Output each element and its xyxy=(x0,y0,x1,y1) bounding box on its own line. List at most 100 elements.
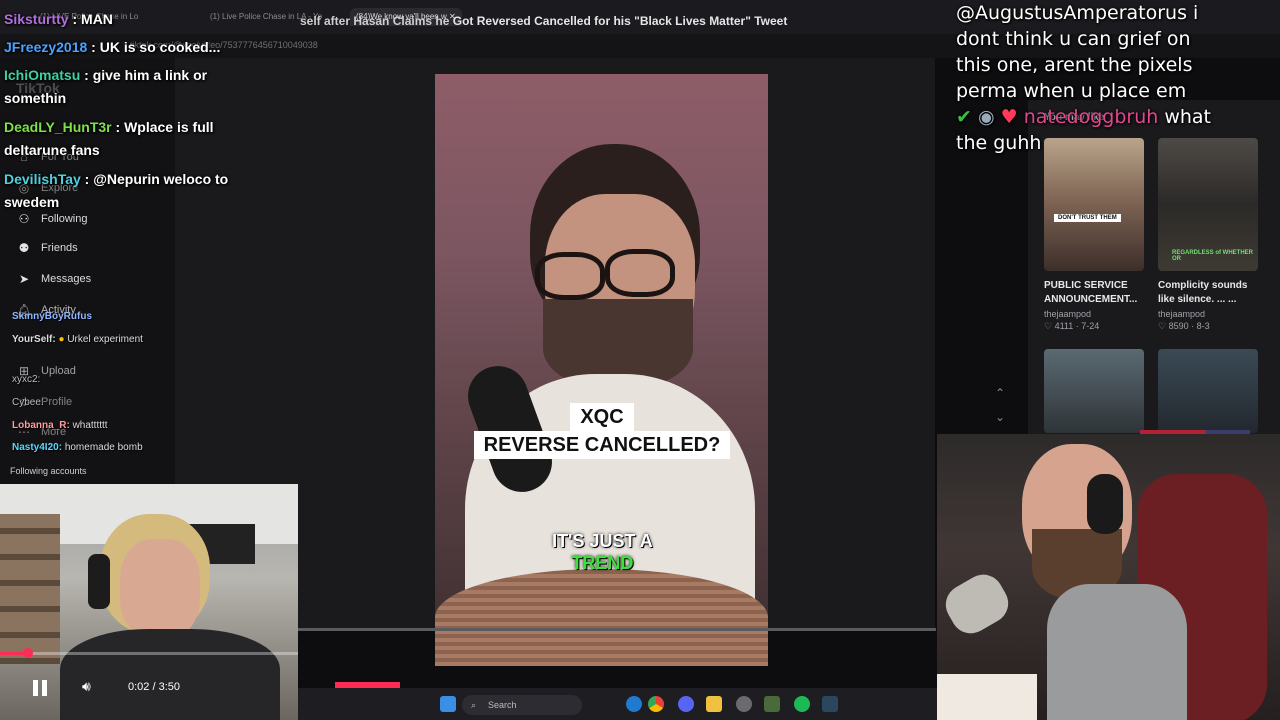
heart-badge-icon: ♥ xyxy=(1000,106,1018,128)
recommendation-title: PUBLIC SERVICE ANNOUNCEMENT... xyxy=(1044,280,1138,305)
stream-title-prefix: self after Hasan Claims he xyxy=(300,14,453,28)
foreground-blur xyxy=(435,569,768,666)
video-time: 0:02 / 3:50 xyxy=(128,681,180,693)
small-chat-username: YourSelf: xyxy=(12,334,56,345)
chevron-up-icon[interactable]: ⌃ xyxy=(995,386,1005,400)
recommendation-thumbnail: DON'T TRUST THEM xyxy=(1044,138,1144,271)
headphones xyxy=(1087,474,1123,534)
chevron-down-icon[interactable]: ⌄ xyxy=(995,410,1005,424)
sidebar-item-following[interactable]: ⚇ Following xyxy=(16,212,88,226)
recommendation-author: thejaampod xyxy=(1158,309,1206,319)
sidebar-item-label: Friends xyxy=(41,242,78,254)
edge-icon[interactable] xyxy=(626,696,642,712)
chat-text: UK is so cooked... xyxy=(99,39,221,55)
person-tank-top xyxy=(1047,584,1187,720)
progress-handle[interactable] xyxy=(23,648,33,658)
sidebar-item-label: Profile xyxy=(41,396,73,408)
pause-icon[interactable] xyxy=(30,678,50,698)
app-icon[interactable] xyxy=(764,696,780,712)
small-chat-text: homemade bomb xyxy=(64,442,143,453)
video-scrub-bar[interactable] xyxy=(298,628,936,631)
thumbnail-text: DON'T TRUST THEM xyxy=(1054,214,1121,222)
room-shelf xyxy=(0,514,60,664)
small-chat-username: SkinnyBoyRufus xyxy=(12,311,93,322)
subtitle-line-1: IT'S JUST A xyxy=(552,531,653,551)
person-shirt xyxy=(60,629,280,720)
small-chat-username: Lobanna_R: xyxy=(12,420,70,431)
chat-username: @AugustusAmperatorus xyxy=(956,2,1187,24)
sidebar-item-label: Upload xyxy=(41,365,76,377)
video-caption: XQC REVERSE CANCELLED? xyxy=(462,403,742,459)
sidebar-item-label: Following xyxy=(41,213,88,225)
streamer-webcam-right xyxy=(937,434,1280,720)
chat-username: JFreezy2018 xyxy=(4,39,88,55)
emote-icon: ● xyxy=(58,334,65,345)
recommendation-card[interactable]: DON'T TRUST THEM PUBLIC SERVICE ANNOUNCE… xyxy=(1044,138,1144,332)
discord-icon[interactable] xyxy=(678,696,694,712)
badge-icon: ✔ xyxy=(956,106,972,128)
like-count: 4111 xyxy=(1054,321,1074,331)
sidebar-item-friends[interactable]: ⚉ Friends xyxy=(16,241,78,255)
recommendation-title: Complicity sounds like silence. ... ... xyxy=(1158,280,1248,305)
send-icon: ➤ xyxy=(18,272,30,286)
users-icon: ⚉ xyxy=(18,241,30,255)
highlighted-chat-message: @AugustusAmperatorus i dont think u can … xyxy=(956,0,1226,156)
badge-icon: ◉ xyxy=(977,106,995,128)
chrome-icon[interactable] xyxy=(648,696,664,712)
small-chat-text: Urkel experiment xyxy=(67,334,143,345)
chat-username: natedoggbruh xyxy=(1023,106,1159,128)
spotify-icon[interactable] xyxy=(794,696,810,712)
stream-title-text: Got Reversed Cancelled for his "Black Li… xyxy=(452,14,788,28)
chat-message: Siksturtty : MAN xyxy=(4,11,113,27)
search-icon: ⌕ xyxy=(471,700,477,710)
following-accounts-heading: Following accounts xyxy=(10,466,87,476)
user-plus-icon: ⚇ xyxy=(18,212,30,226)
folder-icon[interactable] xyxy=(706,696,722,712)
chat-username: Siksturtty xyxy=(4,11,69,27)
glasses-left-lens xyxy=(535,252,605,300)
stream-title: self after Hasan Claims he Got Reversed … xyxy=(300,14,787,28)
headphones xyxy=(88,554,110,609)
video-subtitle: IT'S JUST A TREND xyxy=(520,530,685,574)
small-chat-username: Cybee: xyxy=(12,397,44,408)
volume-icon[interactable]: 🔊︎ xyxy=(82,678,91,695)
glasses-right-lens xyxy=(605,249,675,297)
recommendation-stats: ♡ 4111 · 7-24 xyxy=(1044,321,1100,331)
small-chat-username: xyxc2: xyxy=(12,374,41,385)
subtitle-line-2: TREND xyxy=(571,553,634,573)
recommendation-stats: ♡ 8590 · 8-3 xyxy=(1158,321,1210,331)
recommendation-card[interactable]: REGARDLESS of WHETHER OR Complicity soun… xyxy=(1158,138,1258,332)
tiktok-video[interactable] xyxy=(435,74,768,666)
caption-line-2: REVERSE CANCELLED? xyxy=(473,431,731,459)
small-chat-message: YourSelf: ● Urkel experiment xyxy=(12,333,162,347)
windows-taskbar xyxy=(298,688,937,720)
desk-object xyxy=(937,674,1037,720)
chat-message: DeadLY_HunT3r : Wplace is full deltarune… xyxy=(4,119,214,158)
heart-icon: ♡ xyxy=(1044,321,1053,331)
sidebar-item-messages[interactable]: ➤ Messages xyxy=(16,272,91,286)
microphone xyxy=(938,567,1016,641)
post-date: 8-3 xyxy=(1196,321,1210,331)
person-face xyxy=(120,539,200,639)
thumbnail-text: REGARDLESS of WHETHER OR xyxy=(1172,250,1253,262)
chat-message: DevilishTay : @Nepurin weloco to swedem xyxy=(4,171,229,210)
video-progress-bar[interactable] xyxy=(0,648,298,658)
settings-icon[interactable] xyxy=(736,696,752,712)
chat-text: MAN xyxy=(81,11,113,27)
heart-icon: ♡ xyxy=(1158,321,1167,331)
recommendation-thumbnail: REGARDLESS of WHETHER OR xyxy=(1158,138,1258,271)
sidebar-item-label: Messages xyxy=(41,273,92,285)
taskbar-search-label: Search xyxy=(488,700,517,710)
steam-icon[interactable] xyxy=(822,696,838,712)
recommendation-thumbnail[interactable] xyxy=(1044,349,1144,433)
small-chat-message: Lobanna_R: whatttttt xyxy=(12,419,108,433)
small-chat-message: Nasty4I20: homemade bomb xyxy=(12,441,143,455)
chat-username: IchiOmatsu xyxy=(4,67,81,83)
taskbar-search[interactable]: ⌕ Search xyxy=(462,695,582,715)
post-date: 7-24 xyxy=(1081,321,1100,331)
small-chat-username: Nasty4I20: xyxy=(12,442,63,453)
recommendation-author: thejaampod xyxy=(1044,309,1092,319)
recommendation-thumbnail[interactable] xyxy=(1158,349,1258,433)
windows-start-icon[interactable] xyxy=(440,696,456,712)
caption-line-1: XQC xyxy=(570,403,634,431)
